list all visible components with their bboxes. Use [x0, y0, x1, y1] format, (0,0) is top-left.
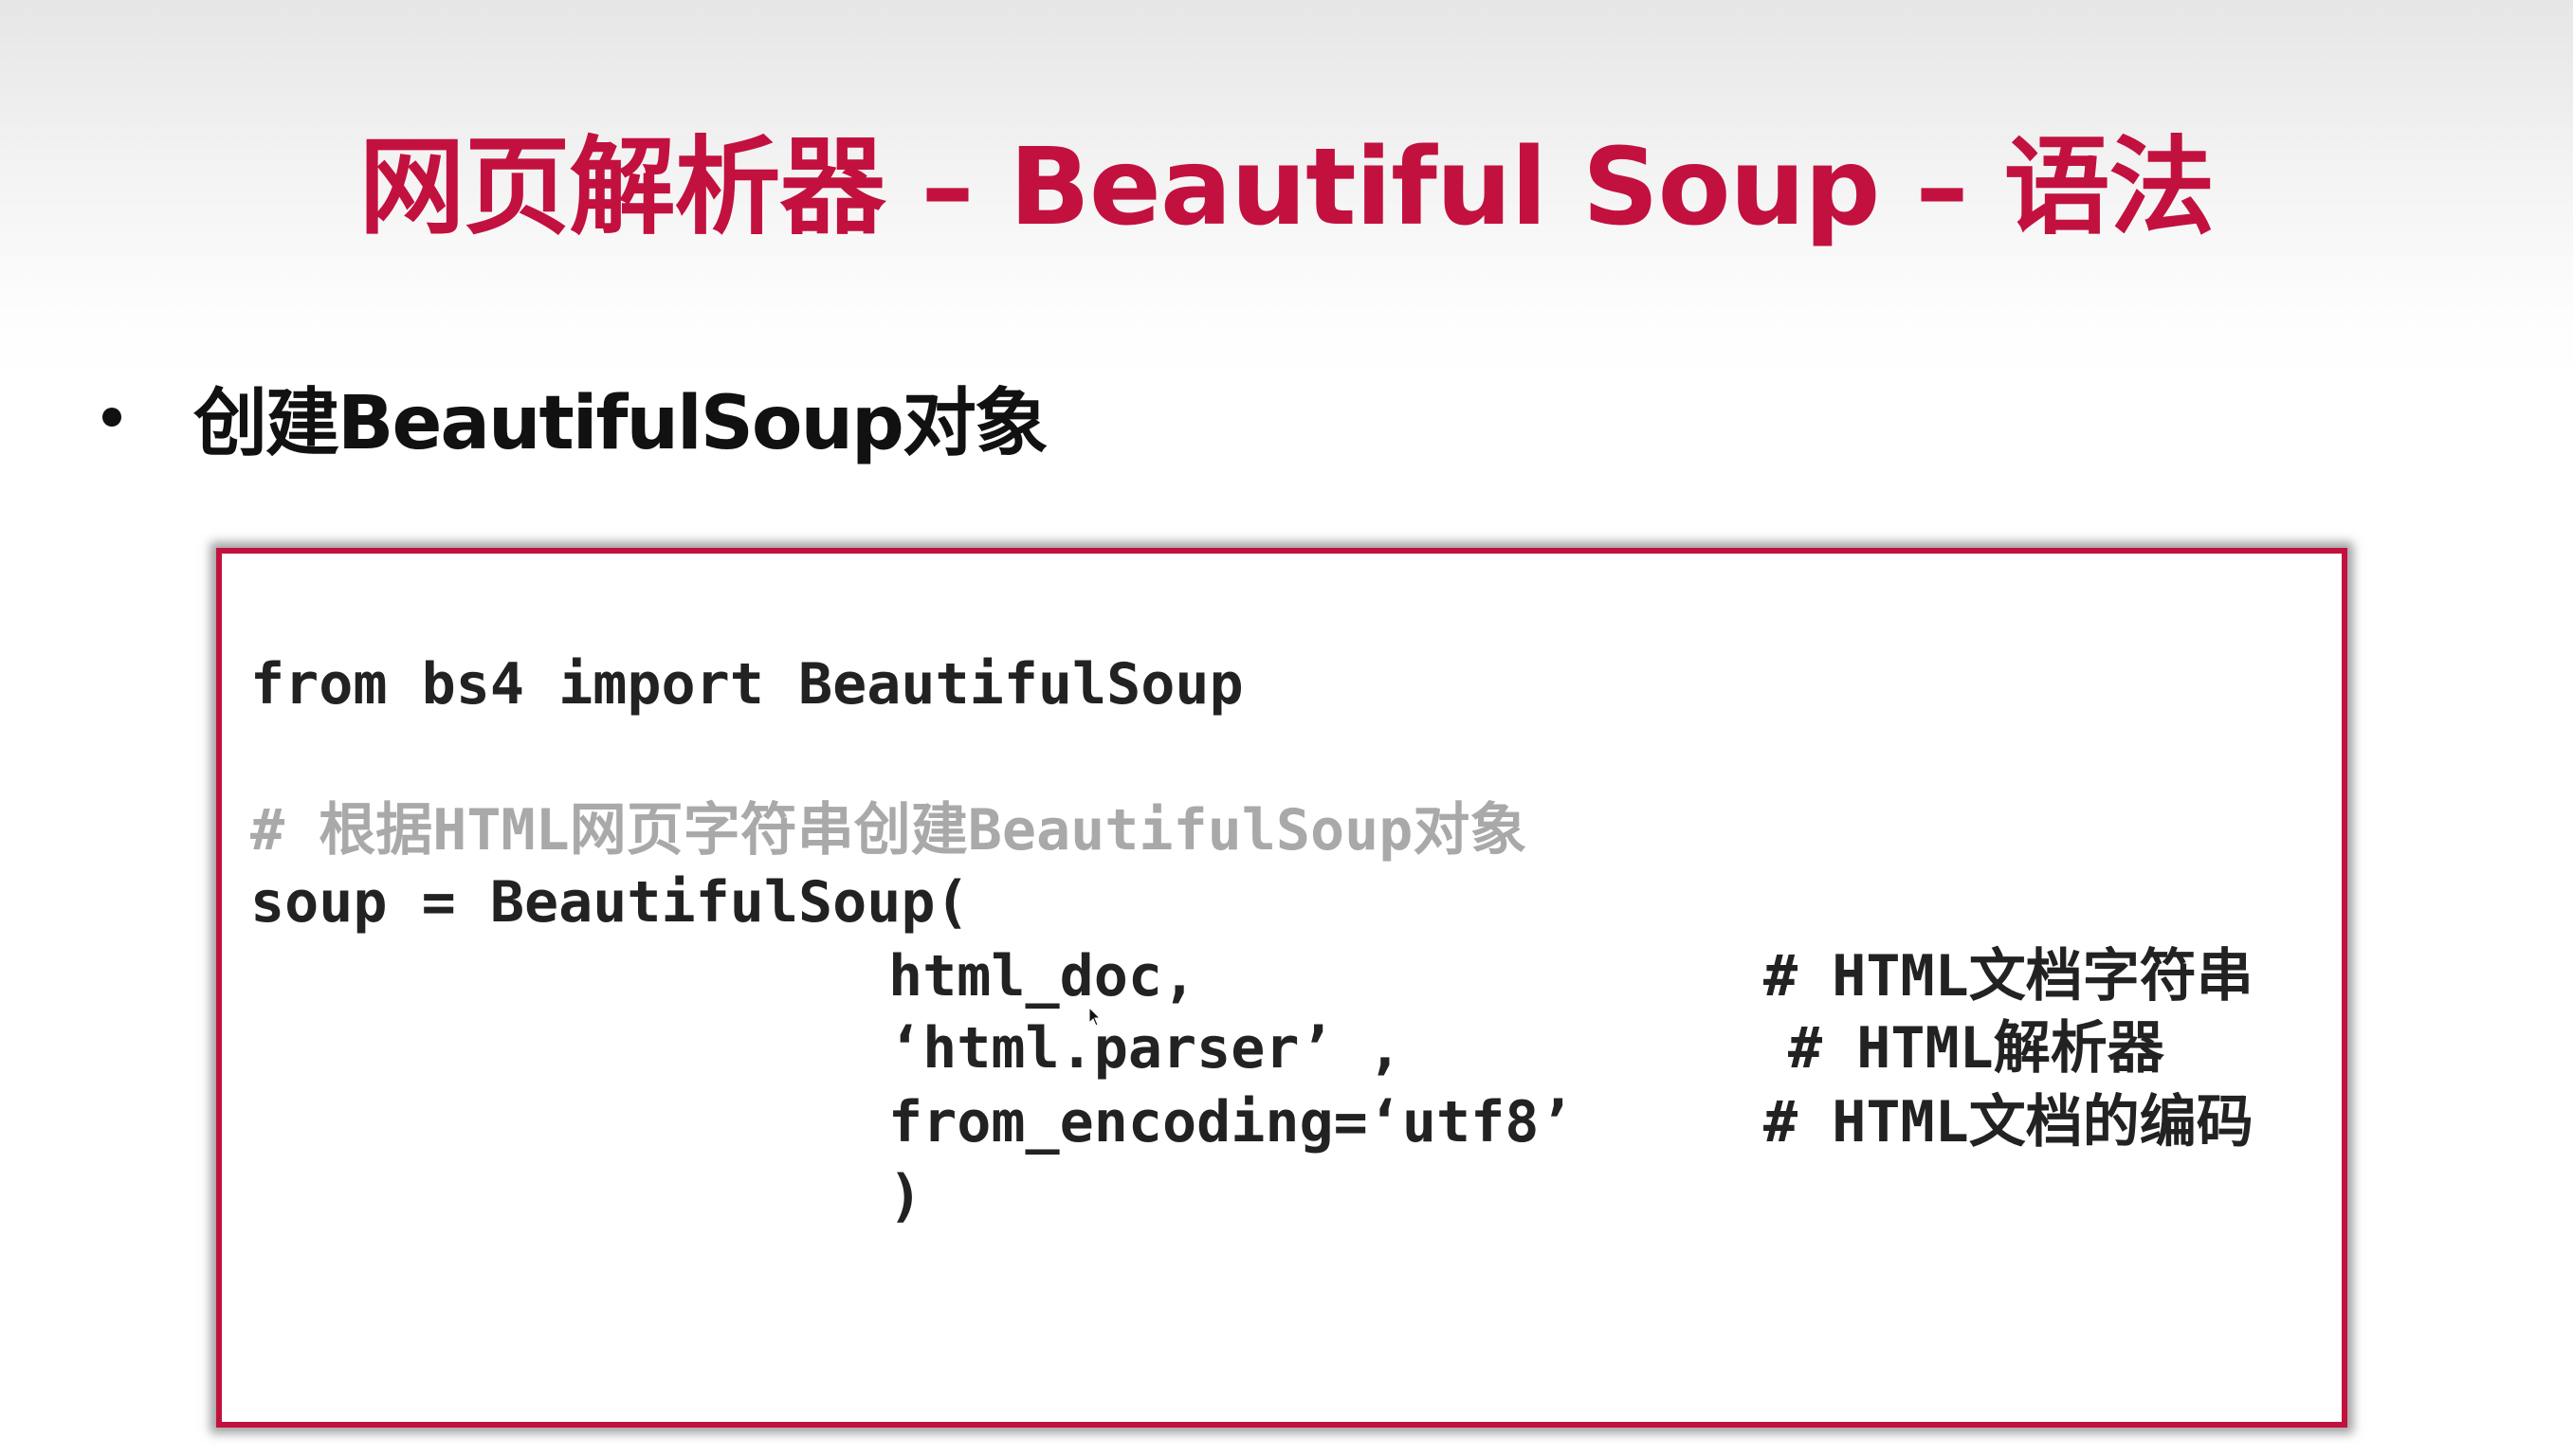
mouse-pointer-icon — [1088, 1007, 1102, 1027]
code-comment-parser: # HTML解析器 — [1788, 1015, 2164, 1082]
code-comment-encoding: # HTML文档的编码 — [1763, 1089, 2254, 1156]
bullet-item: 创建BeautifulSoup对象 — [102, 360, 1049, 474]
code-arg-encoding: from_encoding=‘utf8’ — [888, 1089, 1574, 1156]
slide-title: 网页解析器 – Beautiful Soup – 语法 — [358, 126, 2216, 249]
code-line-soup: soup = BeautifulSoup( — [250, 869, 970, 936]
code-close-paren: ) — [888, 1163, 923, 1229]
code-arg-html-doc: html_doc, — [888, 943, 1197, 1010]
code-block: from bs4 import BeautifulSoup # 根据HTML网页… — [216, 548, 2347, 1428]
code-comment-create: # 根据HTML网页字符串创建BeautifulSoup对象 — [250, 797, 1527, 864]
code-line-import: from bs4 import BeautifulSoup — [250, 651, 1244, 718]
bullet-text: 创建BeautifulSoup对象 — [193, 381, 1049, 466]
bullet-dot-icon — [102, 408, 121, 427]
code-comment-html-doc: # HTML文档字符串 — [1763, 943, 2254, 1010]
code-arg-parser: ‘html.parser’ , — [888, 1015, 1402, 1082]
